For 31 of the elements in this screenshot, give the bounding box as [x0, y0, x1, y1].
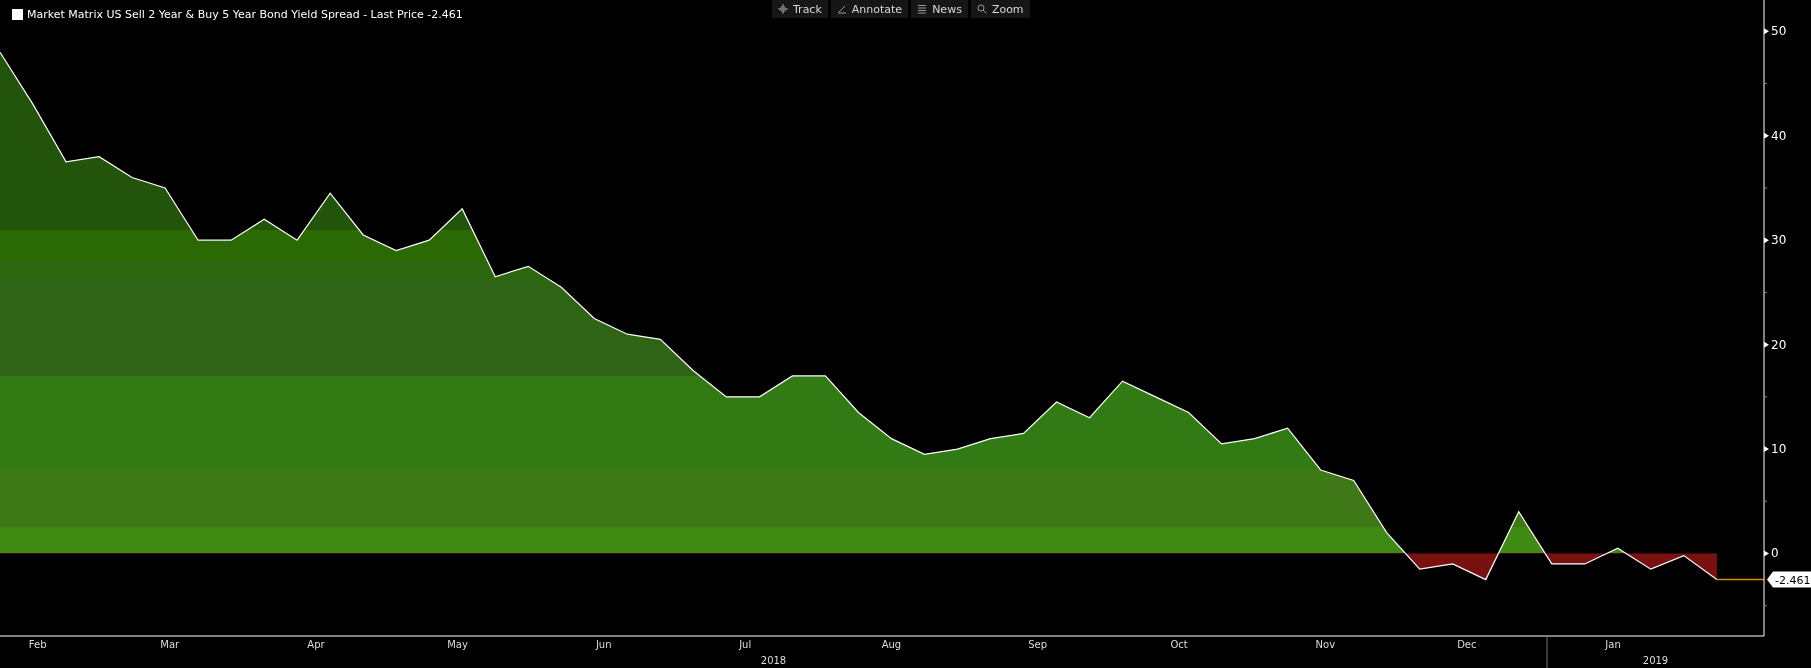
y-tick-label: 20: [1771, 337, 1787, 352]
month-label: Jun: [595, 639, 612, 650]
chart-title: Market Matrix US Sell 2 Year & Buy 5 Year Bond Yield Spread - Last Price -2.461: [27, 8, 463, 21]
month-label: Oct: [1170, 639, 1188, 650]
last-price-line: [1716, 578, 1765, 581]
month-label: Apr: [307, 639, 325, 650]
y-tick-label: 40: [1771, 128, 1787, 143]
month-label: Nov: [1315, 639, 1336, 650]
y-tick-label: 10: [1771, 442, 1787, 457]
list-icon: [917, 4, 928, 14]
month-label: Mar: [160, 639, 180, 650]
year-label: 2019: [1642, 655, 1669, 666]
y-tick-label: 50: [1771, 24, 1787, 39]
search-icon: [976, 4, 987, 14]
year-label: 2018: [760, 655, 787, 666]
toolbar-button[interactable]: News: [911, 0, 968, 18]
month-label: Jul: [739, 639, 752, 650]
month-label: Aug: [881, 639, 902, 650]
toolbar-button[interactable]: Annotate: [830, 0, 909, 18]
crosshair-icon: [778, 4, 788, 14]
toolbar-button[interactable]: Zoom: [970, 0, 1030, 18]
month-label: Sep: [1028, 639, 1048, 650]
month-label: Feb: [28, 639, 47, 650]
y-tick-label: 30: [1771, 233, 1787, 248]
pencil-line-icon: [836, 4, 847, 14]
month-label: May: [447, 639, 468, 650]
month-label: Jan: [1605, 639, 1621, 650]
last-price-tag: -2.461: [1767, 571, 1811, 588]
month-label: Dec: [1457, 639, 1477, 650]
y-tick-label: 0: [1771, 546, 1779, 561]
toolbar-button[interactable]: Track: [772, 0, 828, 18]
